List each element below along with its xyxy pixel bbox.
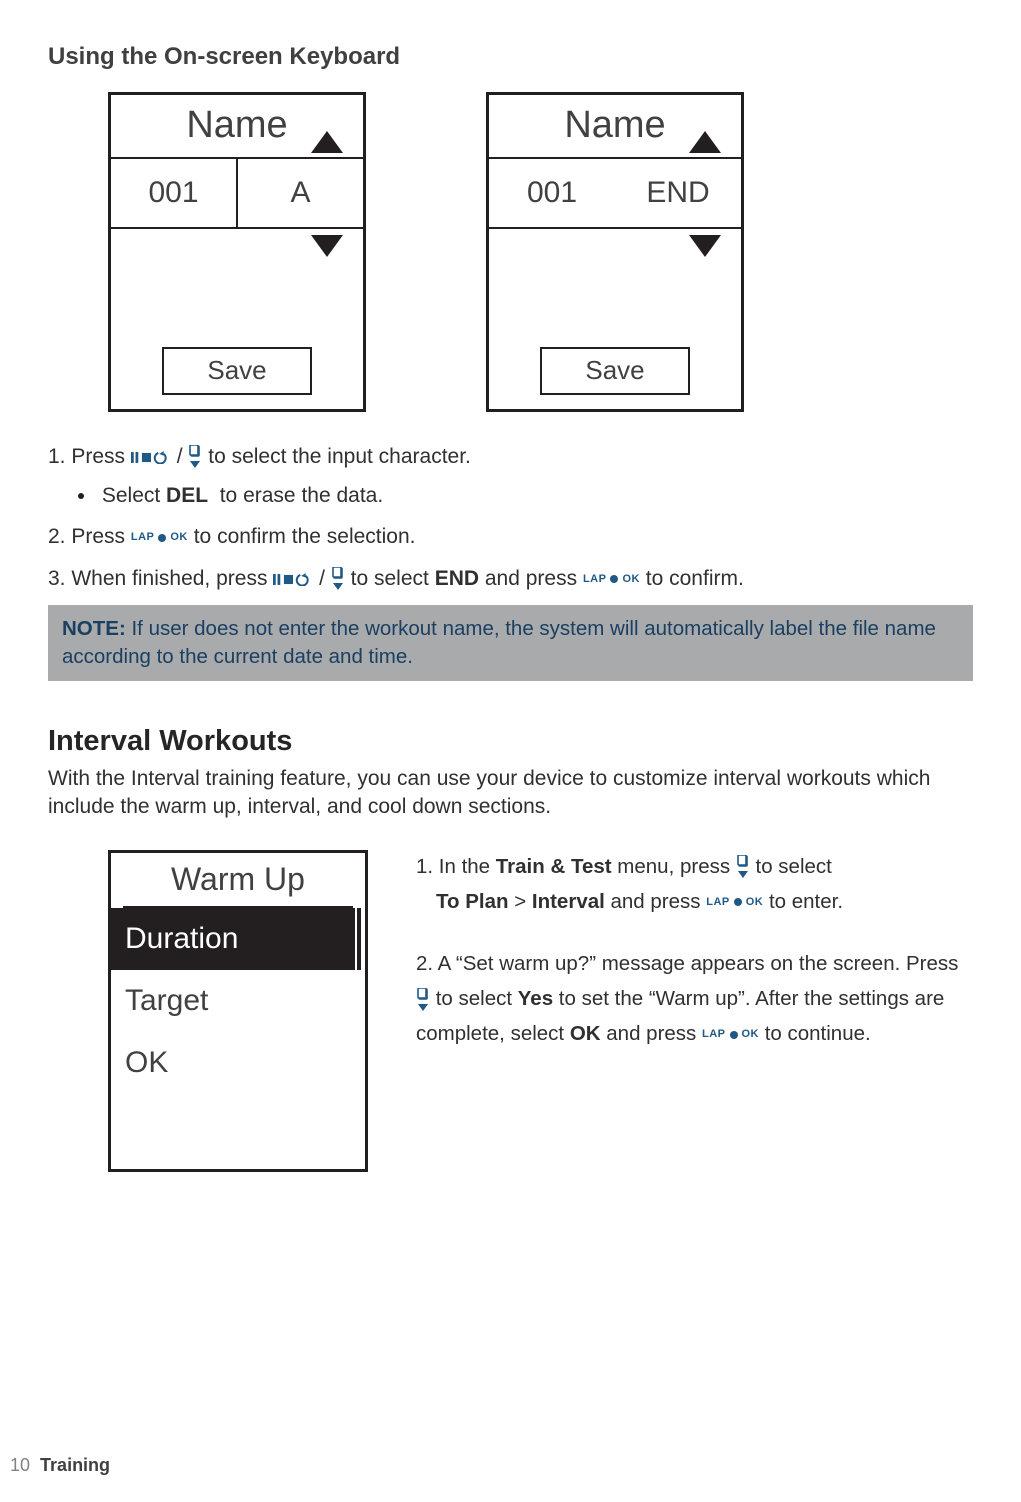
triangle-down-icon <box>689 235 721 257</box>
interval-steps: 1. In the Train & Test menu, press to se… <box>416 850 973 1080</box>
text: to continue. <box>765 1022 871 1045</box>
page-down-icon <box>331 567 345 591</box>
page-footer: 10 Training <box>10 1453 110 1478</box>
warmup-header: Warm Up <box>123 853 353 908</box>
device-screen-warmup: Warm Up Duration Target OK <box>108 850 368 1172</box>
page-number: 10 <box>10 1455 30 1475</box>
device-screen-name-a: Name 001 A Save <box>108 92 366 412</box>
text: and press <box>479 567 583 590</box>
lap-ok-icon: LAP OK <box>583 572 640 587</box>
text: Select <box>102 484 166 507</box>
text: menu, press <box>612 855 736 878</box>
menu-train-test: Train & Test <box>496 855 612 878</box>
step-1-sub: Select DEL to erase the data. <box>48 481 973 510</box>
text: to confirm. <box>646 567 744 590</box>
interval-row: Warm Up Duration Target OK 1. In the Tra… <box>108 850 973 1172</box>
menu-item-ok[interactable]: OK <box>111 1032 365 1094</box>
pause-stop-back-icon <box>273 573 313 586</box>
step-3: 3. When finished, press / to select END … <box>48 564 973 593</box>
bullet-icon <box>78 493 84 499</box>
text: to select <box>756 855 832 878</box>
text: to select <box>351 567 435 590</box>
interval-intro-text: With the Interval training feature, you … <box>48 765 973 822</box>
lap-ok-icon: LAP OK <box>131 530 188 545</box>
menu-item-duration-selected[interactable]: Duration <box>111 908 361 970</box>
lap-label: LAP <box>583 572 607 587</box>
step-1: 1. Press / to select the input character… <box>48 442 973 511</box>
lap-ok-icon: LAP OK <box>706 893 763 912</box>
triangle-up-icon <box>689 131 721 153</box>
triangle-up-icon <box>311 131 343 153</box>
section-heading-keyboard: Using the On-screen Keyboard <box>48 40 973 74</box>
value-row: 001 END <box>489 159 741 229</box>
text: to confirm the selection. <box>194 525 416 548</box>
value-index: 001 <box>489 159 615 227</box>
value-end: END <box>615 159 741 227</box>
text: > <box>509 890 532 913</box>
ok-keyword: OK <box>570 1022 601 1045</box>
page-down-icon <box>188 445 202 469</box>
ok-label: OK <box>622 572 640 587</box>
lap-label: LAP <box>706 893 730 912</box>
indent-line: To Plan > Interval and press LAP OK to e… <box>436 885 973 920</box>
text: to select <box>436 987 518 1010</box>
ok-label: OK <box>170 530 188 545</box>
text: and press <box>605 890 706 913</box>
pause-stop-back-icon <box>131 451 171 464</box>
value-index: 001 <box>111 159 236 227</box>
interval-step-2: 2. A “Set warm up?” message appears on t… <box>416 947 973 1052</box>
text: 3. When finished, press <box>48 567 273 590</box>
save-button[interactable]: Save <box>162 347 312 395</box>
ok-label: OK <box>742 1025 760 1044</box>
lap-label: LAP <box>702 1025 726 1044</box>
page-down-icon <box>736 855 750 879</box>
del-keyword: DEL <box>166 484 208 507</box>
device-screen-name-end: Name 001 END Save <box>486 92 744 412</box>
interval-step-1: 1. In the Train & Test menu, press to se… <box>416 850 973 920</box>
lap-ok-icon: LAP OK <box>702 1025 759 1044</box>
keyboard-screens-row: Name 001 A Save Name 001 END Save <box>108 92 973 412</box>
menu-to-plan: To Plan <box>436 890 509 913</box>
menu-interval: Interval <box>532 890 605 913</box>
text: 2. A “Set warm up?” message appears on t… <box>416 952 958 975</box>
text: 1. In the <box>416 855 496 878</box>
end-keyword: END <box>435 567 479 590</box>
lap-label: LAP <box>131 530 155 545</box>
text: to select the input character. <box>208 445 471 468</box>
ok-label: OK <box>746 893 764 912</box>
value-char-selected: A <box>236 157 365 229</box>
value-row: 001 A <box>111 159 363 229</box>
page-down-icon <box>416 988 430 1012</box>
step-2: 2. Press LAP OK to confirm the selection… <box>48 522 973 551</box>
yes-keyword: Yes <box>518 987 553 1010</box>
triangle-down-icon <box>311 235 343 257</box>
note-label: NOTE: <box>62 617 126 640</box>
text: to enter. <box>769 890 843 913</box>
text: 2. Press <box>48 525 131 548</box>
text: and press <box>601 1022 702 1045</box>
keyboard-steps-list: 1. Press / to select the input character… <box>48 442 973 594</box>
text: 1. Press <box>48 445 131 468</box>
menu-item-target[interactable]: Target <box>111 970 365 1032</box>
text: to erase the data. <box>214 484 383 507</box>
save-button[interactable]: Save <box>540 347 690 395</box>
note-text: If user does not enter the workout name,… <box>62 617 936 668</box>
note-box: NOTE: If user does not enter the workout… <box>48 605 973 680</box>
footer-section-label: Training <box>40 1455 110 1475</box>
text: / <box>177 445 189 468</box>
text: / <box>319 567 331 590</box>
section-heading-interval: Interval Workouts <box>48 721 973 762</box>
